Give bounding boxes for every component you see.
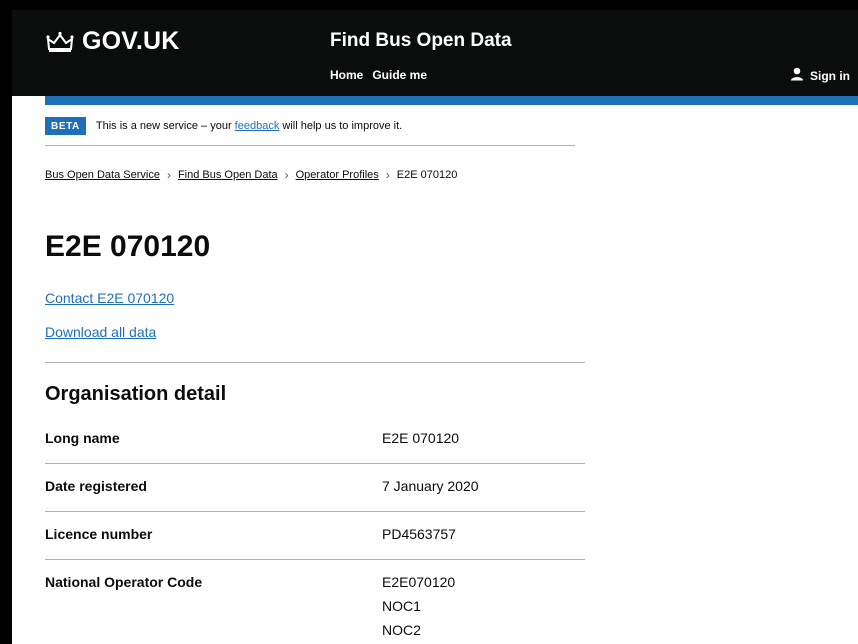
chevron-right-icon: › (166, 168, 171, 182)
summary-row-national-operator-code: National Operator Code E2E070120 NOC1 NO… (45, 560, 585, 644)
summary-value-line: NOC1 (382, 598, 421, 614)
breadcrumb-find-bus-open-data[interactable]: Find Bus Open Data (178, 169, 278, 181)
chevron-right-icon: › (385, 168, 390, 182)
user-icon (790, 67, 804, 84)
summary-value: 7 January 2020 (382, 474, 479, 498)
breadcrumb-operator-profiles[interactable]: Operator Profiles (296, 169, 379, 181)
phase-banner-text: This is a new service – your feedback wi… (96, 120, 402, 132)
page-title: E2E 070120 (45, 230, 211, 263)
summary-key: Long name (45, 430, 120, 446)
summary-key: Licence number (45, 526, 153, 542)
govuk-header: GOV.UK Find Bus Open Data Home Guide me … (12, 10, 858, 96)
summary-value: PD4563757 (382, 522, 456, 546)
organisation-summary-list: Long name E2E 070120 Date registered 7 J… (45, 416, 585, 644)
summary-value: E2E070120 NOC1 NOC2 (382, 570, 455, 642)
summary-row-licence-number: Licence number PD4563757 (45, 512, 585, 560)
govuk-logo-link[interactable]: GOV.UK (46, 27, 180, 56)
summary-key: Date registered (45, 478, 147, 494)
breadcrumb-bus-open-data-service[interactable]: Bus Open Data Service (45, 169, 160, 181)
section-title: Organisation detail (45, 383, 227, 405)
summary-value-line: E2E070120 (382, 574, 456, 590)
logo-text: GOV.UK (82, 27, 180, 55)
summary-row-long-name: Long name E2E 070120 (45, 416, 585, 464)
beta-tag: BETA (45, 117, 86, 135)
section-divider (45, 362, 585, 363)
service-name[interactable]: Find Bus Open Data (330, 30, 512, 52)
breadcrumb: Bus Open Data Service › Find Bus Open Da… (45, 168, 457, 182)
phase-text-after: will help us to improve it. (282, 120, 403, 132)
feedback-link[interactable]: feedback (235, 120, 280, 132)
summary-key: National Operator Code (45, 574, 203, 590)
download-all-data-link[interactable]: Download all data (45, 324, 156, 340)
phase-text-before: This is a new service – your (95, 120, 232, 132)
header-nav: Home Guide me (330, 68, 427, 82)
summary-value-line: 7 January 2020 (382, 478, 479, 494)
phase-banner: BETA This is a new service – your feedba… (45, 117, 575, 146)
chevron-right-icon: › (284, 168, 289, 182)
sign-in-label: Sign in (810, 68, 850, 83)
summary-value: E2E 070120 (382, 426, 459, 450)
contact-operator-link[interactable]: Contact E2E 070120 (45, 290, 174, 306)
breadcrumb-current: E2E 070120 (396, 169, 458, 181)
summary-value-line: NOC2 (382, 622, 421, 638)
header-blue-bar (45, 96, 858, 105)
nav-home[interactable]: Home (330, 68, 363, 82)
browser-viewport: GOV.UK Find Bus Open Data Home Guide me … (12, 10, 858, 644)
summary-row-date-registered: Date registered 7 January 2020 (45, 464, 585, 512)
nav-guide-me[interactable]: Guide me (372, 68, 427, 82)
crown-icon (46, 31, 74, 53)
summary-value-line: E2E 070120 (382, 430, 460, 446)
sign-in-link[interactable]: Sign in (790, 67, 850, 84)
summary-value-line: PD4563757 (382, 526, 456, 542)
